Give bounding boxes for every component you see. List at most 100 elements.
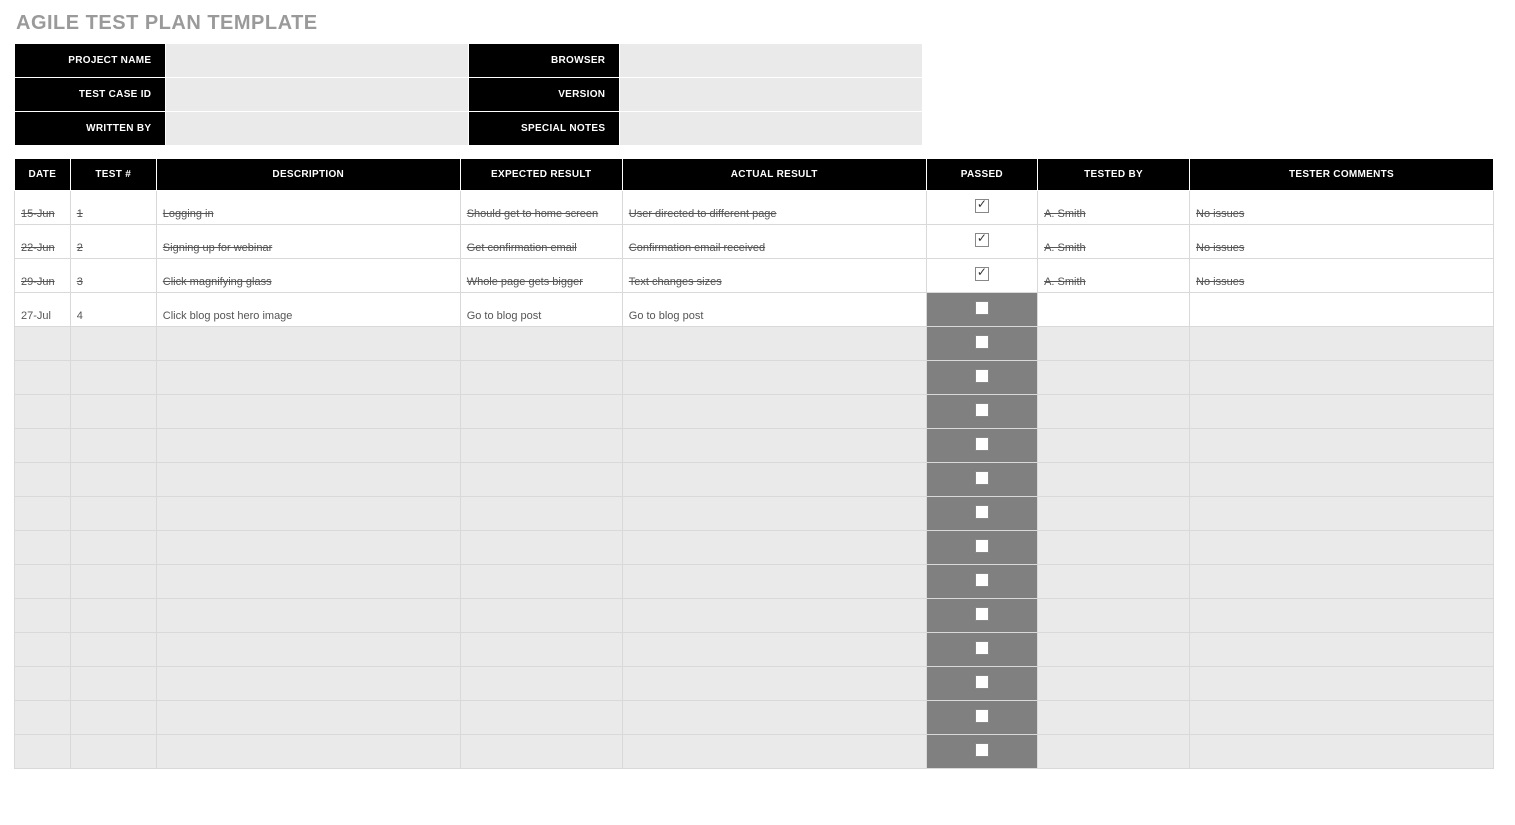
cell-date[interactable]	[15, 531, 71, 565]
cell-test-number[interactable]	[70, 361, 156, 395]
cell-comments[interactable]: No issues	[1190, 259, 1494, 293]
cell-comments[interactable]	[1190, 429, 1494, 463]
checkbox-icon[interactable]	[975, 709, 989, 723]
cell-actual[interactable]	[622, 701, 926, 735]
cell-test-number[interactable]	[70, 599, 156, 633]
cell-description[interactable]	[156, 395, 460, 429]
cell-actual[interactable]	[622, 361, 926, 395]
cell-comments[interactable]	[1190, 463, 1494, 497]
checkbox-icon[interactable]	[975, 641, 989, 655]
cell-test-number[interactable]: 3	[70, 259, 156, 293]
checkbox-icon[interactable]	[975, 403, 989, 417]
cell-date[interactable]	[15, 701, 71, 735]
cell-passed[interactable]	[926, 735, 1037, 769]
cell-comments[interactable]	[1190, 531, 1494, 565]
cell-description[interactable]	[156, 463, 460, 497]
cell-passed[interactable]	[926, 429, 1037, 463]
cell-expected[interactable]	[460, 497, 622, 531]
cell-description[interactable]	[156, 531, 460, 565]
cell-expected[interactable]	[460, 599, 622, 633]
cell-description[interactable]	[156, 327, 460, 361]
cell-test-number[interactable]	[70, 429, 156, 463]
cell-passed[interactable]	[926, 701, 1037, 735]
cell-test-number[interactable]	[70, 395, 156, 429]
cell-actual[interactable]	[622, 565, 926, 599]
cell-tested-by[interactable]	[1038, 565, 1190, 599]
cell-expected[interactable]	[460, 667, 622, 701]
checkbox-icon[interactable]	[975, 675, 989, 689]
cell-description[interactable]: Logging in	[156, 191, 460, 225]
cell-date[interactable]	[15, 565, 71, 599]
cell-expected[interactable]	[460, 361, 622, 395]
cell-expected[interactable]	[460, 395, 622, 429]
cell-passed[interactable]	[926, 395, 1037, 429]
cell-test-number[interactable]: 4	[70, 293, 156, 327]
cell-actual[interactable]: User directed to different page	[622, 191, 926, 225]
cell-test-number[interactable]	[70, 633, 156, 667]
meta-value-input[interactable]	[620, 112, 923, 146]
cell-expected[interactable]	[460, 701, 622, 735]
checkbox-icon[interactable]	[975, 539, 989, 553]
meta-value-input[interactable]	[166, 44, 469, 78]
checkbox-icon[interactable]	[975, 199, 989, 213]
cell-passed[interactable]	[926, 361, 1037, 395]
cell-tested-by[interactable]	[1038, 395, 1190, 429]
cell-description[interactable]	[156, 497, 460, 531]
cell-description[interactable]	[156, 565, 460, 599]
cell-date[interactable]: 27-Jul	[15, 293, 71, 327]
cell-comments[interactable]: No issues	[1190, 225, 1494, 259]
cell-expected[interactable]: Get confirmation email	[460, 225, 622, 259]
cell-comments[interactable]	[1190, 701, 1494, 735]
cell-actual[interactable]	[622, 633, 926, 667]
cell-passed[interactable]	[926, 633, 1037, 667]
cell-comments[interactable]	[1190, 565, 1494, 599]
cell-passed[interactable]	[926, 497, 1037, 531]
cell-test-number[interactable]	[70, 497, 156, 531]
cell-tested-by[interactable]	[1038, 633, 1190, 667]
cell-expected[interactable]	[460, 463, 622, 497]
cell-date[interactable]	[15, 599, 71, 633]
cell-passed[interactable]	[926, 259, 1037, 293]
cell-test-number[interactable]: 1	[70, 191, 156, 225]
cell-date[interactable]	[15, 361, 71, 395]
cell-test-number[interactable]	[70, 327, 156, 361]
cell-date[interactable]: 29-Jun	[15, 259, 71, 293]
cell-passed[interactable]	[926, 327, 1037, 361]
cell-actual[interactable]	[622, 429, 926, 463]
checkbox-icon[interactable]	[975, 607, 989, 621]
cell-actual[interactable]	[622, 327, 926, 361]
checkbox-icon[interactable]	[975, 505, 989, 519]
cell-passed[interactable]	[926, 599, 1037, 633]
checkbox-icon[interactable]	[975, 369, 989, 383]
cell-test-number[interactable]	[70, 565, 156, 599]
cell-expected[interactable]: Whole page gets bigger	[460, 259, 622, 293]
cell-tested-by[interactable]: A. Smith	[1038, 259, 1190, 293]
cell-passed[interactable]	[926, 225, 1037, 259]
cell-description[interactable]	[156, 667, 460, 701]
cell-description[interactable]: Click blog post hero image	[156, 293, 460, 327]
cell-actual[interactable]	[622, 599, 926, 633]
cell-expected[interactable]: Go to blog post	[460, 293, 622, 327]
cell-actual[interactable]: Confirmation email received	[622, 225, 926, 259]
cell-actual[interactable]	[622, 531, 926, 565]
cell-passed[interactable]	[926, 191, 1037, 225]
checkbox-icon[interactable]	[975, 301, 989, 315]
cell-date[interactable]	[15, 395, 71, 429]
cell-comments[interactable]	[1190, 293, 1494, 327]
cell-comments[interactable]	[1190, 497, 1494, 531]
cell-passed[interactable]	[926, 667, 1037, 701]
cell-date[interactable]: 15-Jun	[15, 191, 71, 225]
cell-expected[interactable]	[460, 633, 622, 667]
checkbox-icon[interactable]	[975, 743, 989, 757]
cell-actual[interactable]	[622, 463, 926, 497]
cell-date[interactable]	[15, 633, 71, 667]
checkbox-icon[interactable]	[975, 233, 989, 247]
cell-comments[interactable]	[1190, 361, 1494, 395]
cell-actual[interactable]: Text changes sizes	[622, 259, 926, 293]
cell-tested-by[interactable]: A. Smith	[1038, 225, 1190, 259]
cell-description[interactable]: Click magnifying glass	[156, 259, 460, 293]
meta-value-input[interactable]	[620, 44, 923, 78]
cell-date[interactable]	[15, 463, 71, 497]
checkbox-icon[interactable]	[975, 267, 989, 281]
cell-passed[interactable]	[926, 463, 1037, 497]
